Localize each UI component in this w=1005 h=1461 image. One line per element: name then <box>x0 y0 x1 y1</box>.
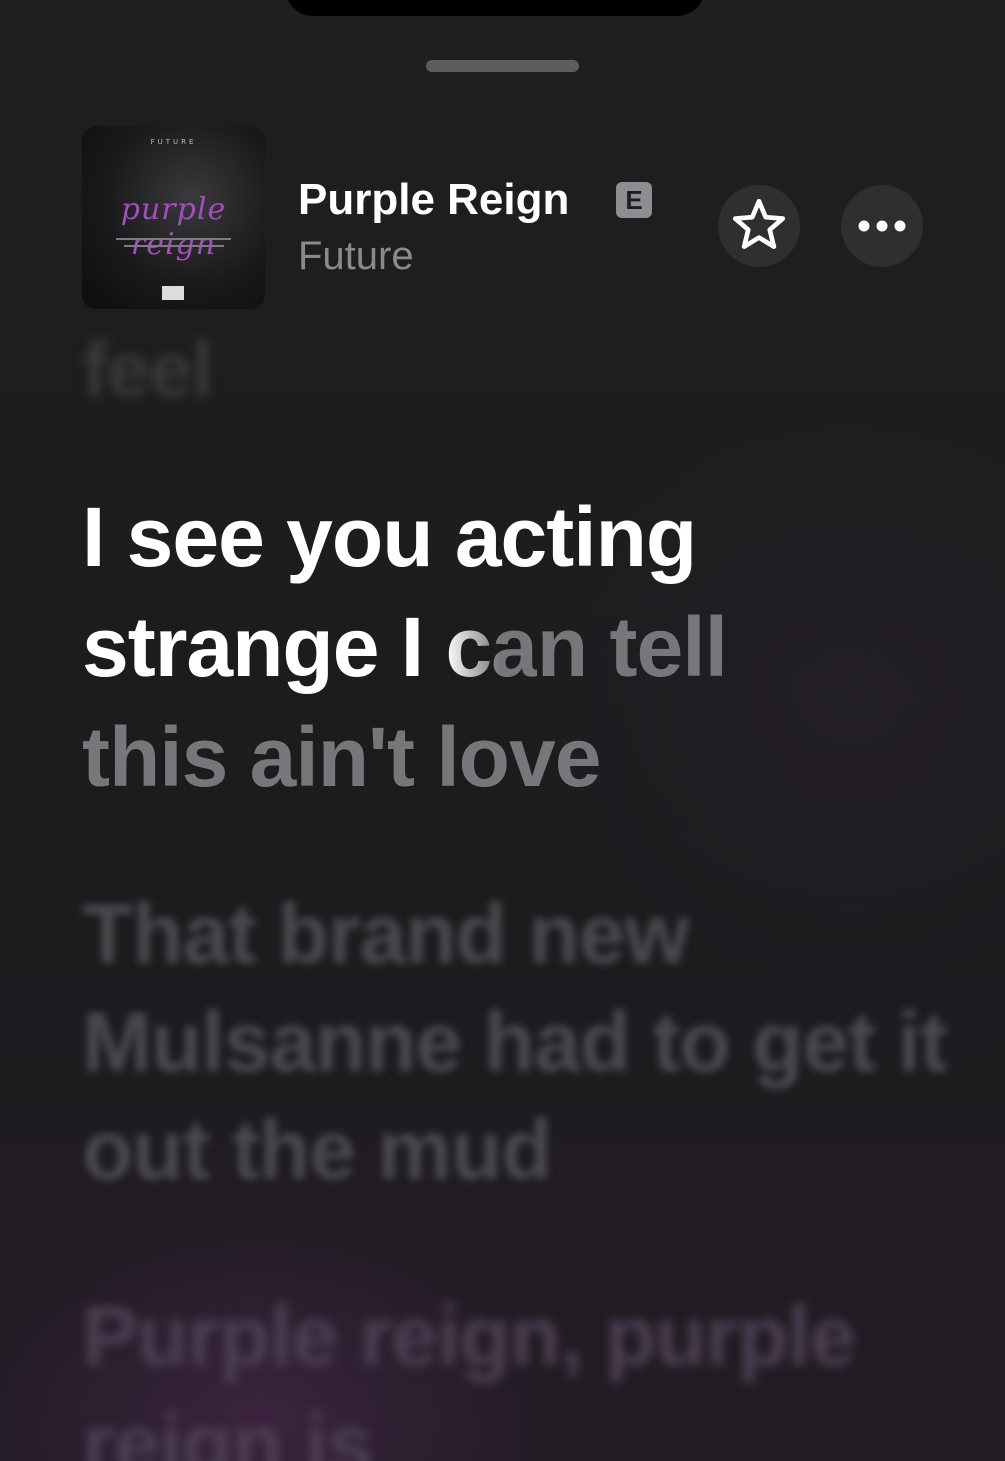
artwork-credit-line <box>124 245 224 247</box>
lyric-line-next[interactable]: Purple reign, purple reign is <box>82 1282 962 1461</box>
more-options-button[interactable] <box>841 185 923 267</box>
artwork-credit-line <box>116 238 231 240</box>
star-icon <box>732 198 786 249</box>
explicit-badge: E <box>616 182 652 218</box>
album-artwork[interactable]: FUTURE purple reign <box>82 126 265 309</box>
ellipsis-icon <box>858 220 906 232</box>
favorite-button[interactable] <box>718 185 800 267</box>
lyric-unsung-text: n tell <box>536 600 728 694</box>
sheet-grabber-handle[interactable] <box>426 60 579 72</box>
device-notch <box>285 0 705 16</box>
song-artist[interactable]: Future <box>298 230 414 282</box>
artwork-title-text: purple reign <box>120 192 227 262</box>
lyric-progress-text: ca <box>445 600 537 694</box>
song-title[interactable]: Purple Reign <box>298 172 569 228</box>
lyric-sung-text: I see you acting <box>82 490 697 584</box>
lyric-line-next[interactable]: That brand new Mulsanne had to get it ou… <box>82 880 962 1204</box>
artwork-artist-text: FUTURE <box>150 138 197 146</box>
lyric-unsung-text: this ain't love <box>82 710 601 804</box>
lyric-line-current[interactable]: I see you acting strange I can tell this… <box>82 482 962 812</box>
lyric-line-previous[interactable]: feel <box>82 330 962 408</box>
parental-advisory-badge <box>162 286 184 300</box>
lyric-sung-text: strange I <box>82 600 446 694</box>
